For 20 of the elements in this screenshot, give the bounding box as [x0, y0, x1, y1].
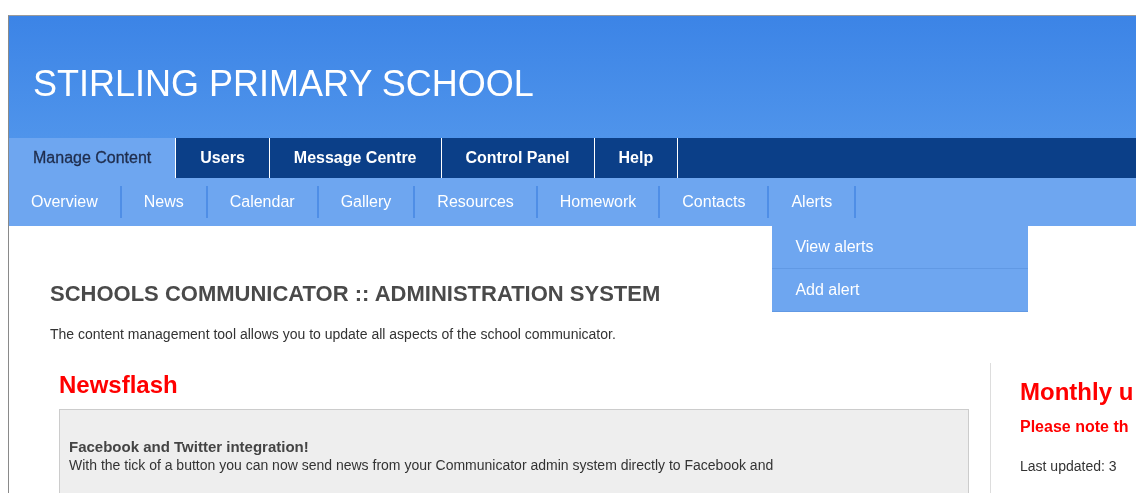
updated-text: Last updated: 3	[1020, 458, 1117, 474]
section-title: Newsflash	[59, 371, 178, 399]
nav-tab[interactable]: Manage Content	[9, 138, 177, 178]
notice-text: Please note th	[1020, 418, 1129, 436]
subnav-item[interactable]: Calendar	[207, 186, 319, 218]
subnav-item[interactable]: Resources	[415, 186, 538, 218]
menu-item[interactable]: View alerts	[772, 226, 1029, 269]
subnav-item[interactable]: Gallery	[318, 186, 416, 218]
school-title: STIRLING PRIMARY SCHOOL	[33, 64, 534, 104]
subnav-item[interactable]: Overview	[9, 186, 122, 218]
section-title: Monthly u	[1020, 378, 1134, 406]
intro-text: The content management tool allows you to update all aspects of the school communicator.	[50, 326, 616, 342]
menu-item[interactable]: Add alert	[772, 269, 1029, 312]
page-heading: SCHOOLS COMMUNICATOR :: ADMINISTRATION SYSTEM	[50, 281, 661, 307]
subnav-item[interactable]: Contacts	[660, 186, 770, 218]
news-title: Facebook and Twitter integration!	[69, 438, 309, 455]
subnav-item[interactable]: Alerts	[769, 186, 857, 218]
news-text: With the tick of a button you can now send news from your Communicator admin system directly to Facebook and	[69, 457, 774, 473]
subnav-item[interactable]: Homework	[537, 186, 661, 218]
subnav-item[interactable]: News	[121, 186, 208, 218]
